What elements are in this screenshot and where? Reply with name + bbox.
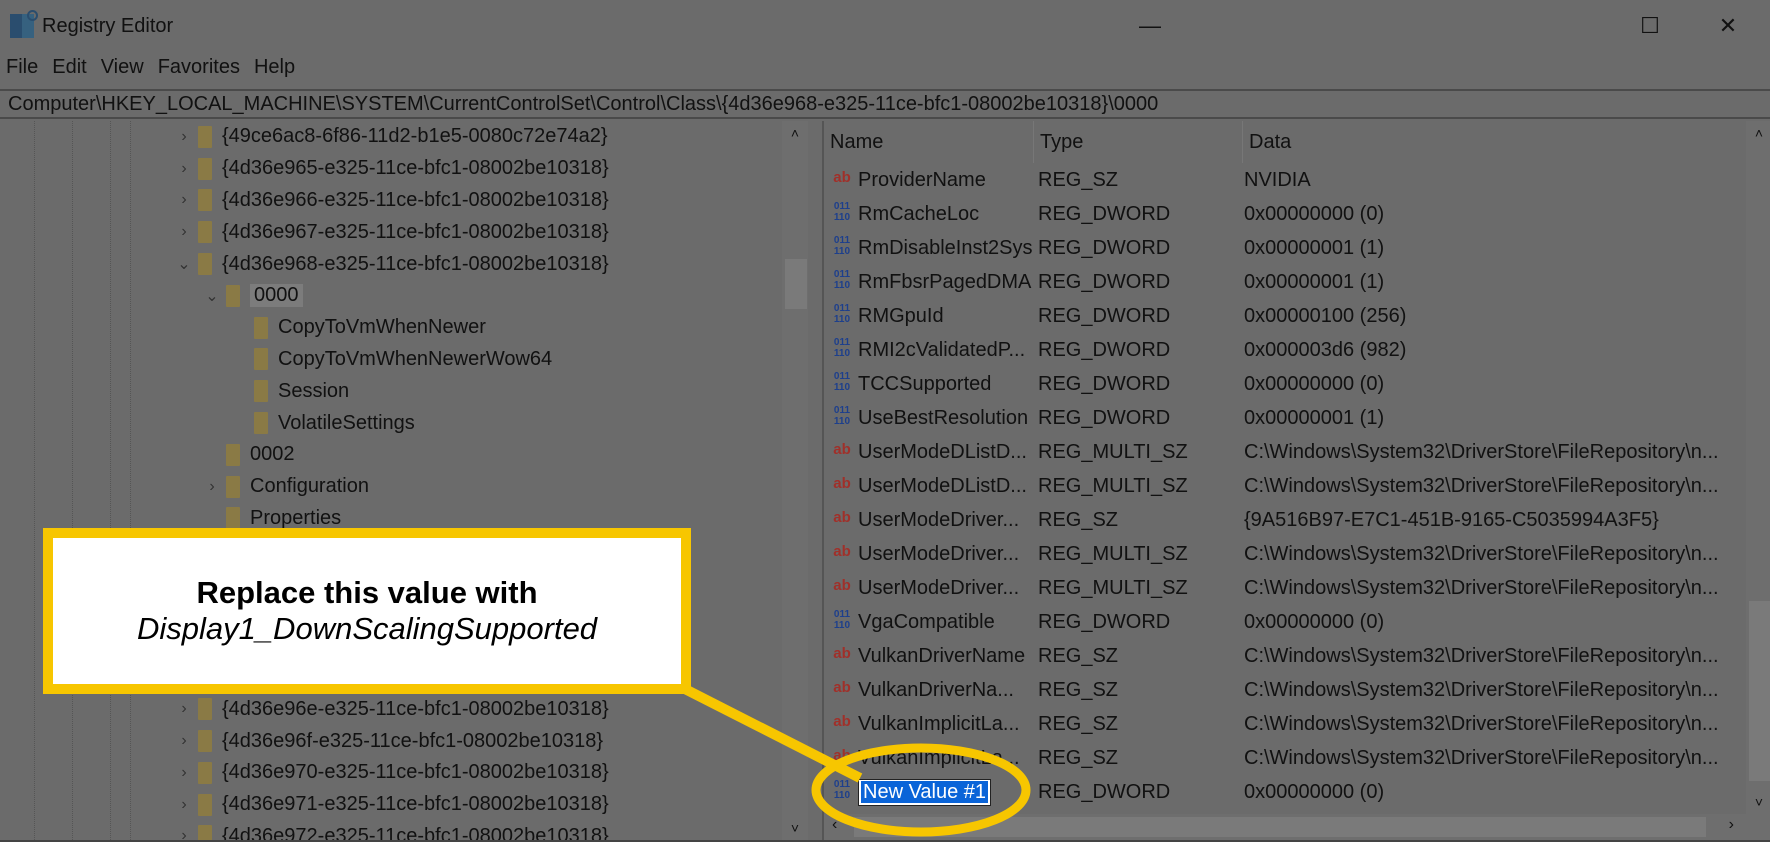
instruction-callout: Replace this value with Display1_DownSca… xyxy=(43,528,691,694)
callout-line1: Replace this value with xyxy=(196,575,538,610)
callout-pointer xyxy=(680,683,1031,837)
callout-line2: Display1_DownScalingSupported xyxy=(136,611,598,646)
highlight-ellipse xyxy=(811,743,1031,837)
